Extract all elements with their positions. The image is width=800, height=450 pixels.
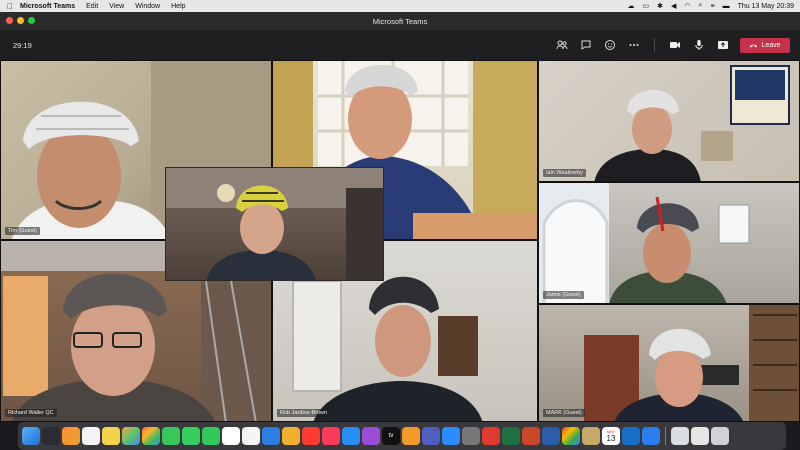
share-icon[interactable] <box>716 38 730 52</box>
settings-icon[interactable] <box>462 427 480 445</box>
menu-edit[interactable]: Edit <box>86 3 98 10</box>
menu-app-name[interactable]: Microsoft Teams <box>20 3 75 10</box>
powerpoint-icon[interactable] <box>522 427 540 445</box>
facetime-icon[interactable] <box>202 427 220 445</box>
calendar-icon[interactable]: MAY 13 <box>602 427 620 445</box>
tile-more-icon[interactable]: ··· <box>39 227 51 235</box>
keynote-icon[interactable] <box>262 427 280 445</box>
chrome-icon[interactable] <box>562 427 580 445</box>
people-icon[interactable] <box>555 38 569 52</box>
phone-hangup-icon <box>750 44 758 47</box>
participant-figure <box>166 168 383 280</box>
wifi-icon[interactable]: ◠ <box>684 2 690 10</box>
launchpad-icon[interactable] <box>42 427 60 445</box>
close-window-button[interactable] <box>6 17 13 24</box>
menu-view[interactable]: View <box>109 3 124 10</box>
bluetooth-icon[interactable]: ✱ <box>657 2 663 10</box>
menu-bar:  Microsoft Teams Edit View Window Help … <box>0 0 800 12</box>
search-icon[interactable]: ⌕ <box>699 2 703 10</box>
video-tile-jamie[interactable]: Jamie (Guest) <box>538 182 800 304</box>
window-controls <box>6 17 35 24</box>
participant-name: MARK (Guest) <box>543 409 585 417</box>
outlook-icon[interactable] <box>622 427 640 445</box>
clock[interactable]: Thu 13 May 20:39 <box>738 3 794 10</box>
menu-window[interactable]: Window <box>135 3 160 10</box>
leave-label: Leave <box>761 41 781 49</box>
maps-icon[interactable] <box>122 427 140 445</box>
participant-figure <box>594 65 790 181</box>
cloud-icon[interactable]: ☁ <box>628 2 635 10</box>
podcasts-icon[interactable] <box>362 427 380 445</box>
window-title-bar: Microsoft Teams <box>0 12 800 30</box>
pages-icon[interactable] <box>282 427 300 445</box>
stickies-icon[interactable] <box>102 427 120 445</box>
apple-icon[interactable]:  <box>0 2 20 11</box>
minimize-window-button[interactable] <box>17 17 24 24</box>
display-icon[interactable]: ▭ <box>643 2 650 10</box>
mic-icon[interactable] <box>692 38 706 52</box>
battery-icon[interactable]: ▬ <box>723 3 730 10</box>
dock: tv MAY 13 <box>18 422 786 450</box>
teams-icon[interactable] <box>422 427 440 445</box>
downloads-folder-icon[interactable] <box>671 427 689 445</box>
reminders-icon[interactable] <box>222 427 240 445</box>
word-icon[interactable] <box>542 427 560 445</box>
documents-folder-icon[interactable] <box>691 427 709 445</box>
notes-icon[interactable] <box>82 427 100 445</box>
more-icon[interactable] <box>627 38 641 52</box>
photos-icon[interactable] <box>62 427 80 445</box>
chat-icon[interactable] <box>579 38 593 52</box>
photos-app-icon[interactable] <box>142 427 160 445</box>
video-tile-overlay[interactable] <box>165 167 384 281</box>
whatsapp-icon[interactable] <box>182 427 200 445</box>
volume-icon[interactable]: ◀ <box>671 2 676 10</box>
zoom-window-button[interactable] <box>28 17 35 24</box>
participant-figure <box>584 305 799 421</box>
finder-icon[interactable] <box>22 427 40 445</box>
participant-name: Iain Weatherby <box>543 169 586 177</box>
app-store-icon[interactable] <box>342 427 360 445</box>
participant-name: Tim (Guest) <box>5 227 40 235</box>
excel-icon[interactable] <box>502 427 520 445</box>
trash-icon[interactable] <box>711 427 729 445</box>
reactions-icon[interactable] <box>603 38 617 52</box>
preview-icon[interactable] <box>582 427 600 445</box>
books-icon[interactable] <box>402 427 420 445</box>
participant-name: Rob Jardine-Brown <box>277 409 331 417</box>
meeting-timer: 29:19 <box>13 40 32 50</box>
dock-divider <box>665 427 666 445</box>
music-icon[interactable] <box>322 427 340 445</box>
video-stage: Tim (Guest) ··· Iain Weatherby Jamie (Gu… <box>0 60 800 422</box>
meeting-toolbar: 29:19 Leave <box>0 30 800 60</box>
participant-name: Richard Waller QC <box>5 409 57 417</box>
calendar-day: 13 <box>606 434 616 443</box>
acrobat-icon[interactable] <box>482 427 500 445</box>
mail-icon[interactable] <box>642 427 660 445</box>
window-title: Microsoft Teams <box>372 16 428 26</box>
zoom-icon[interactable] <box>442 427 460 445</box>
participant-figure <box>539 183 750 303</box>
messages-icon[interactable] <box>162 427 180 445</box>
menu-help[interactable]: Help <box>171 3 185 10</box>
toolbar-divider <box>654 38 655 52</box>
control-center-icon[interactable]: ≡ <box>710 3 714 10</box>
video-tile-mark[interactable]: MARK (Guest) <box>538 304 800 422</box>
camera-icon[interactable] <box>668 38 682 52</box>
leave-button[interactable]: Leave <box>740 37 790 53</box>
news-icon[interactable] <box>302 427 320 445</box>
contacts-icon[interactable] <box>242 427 260 445</box>
participant-name: Jamie (Guest) <box>543 291 584 299</box>
tv-icon[interactable]: tv <box>382 427 400 445</box>
video-tile-iain[interactable]: Iain Weatherby <box>538 60 800 182</box>
